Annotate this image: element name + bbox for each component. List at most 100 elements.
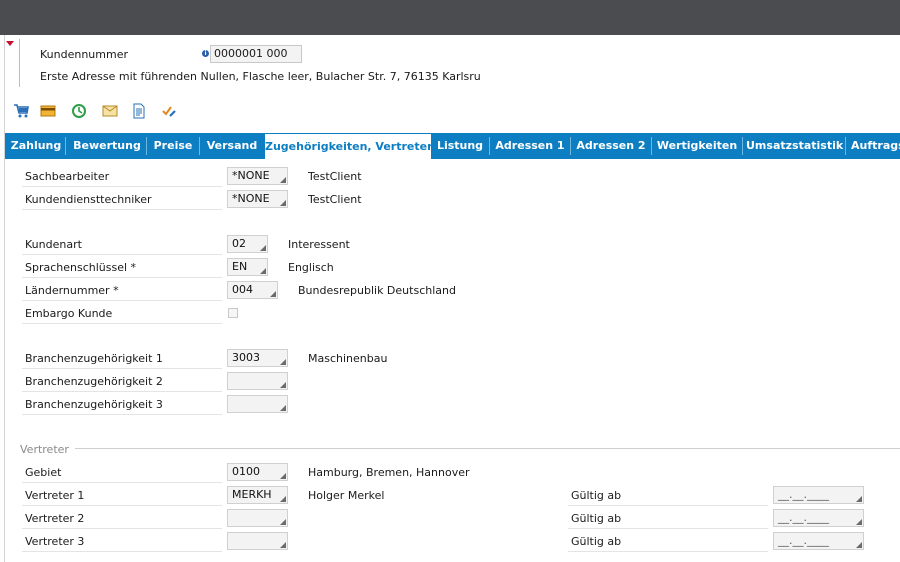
cart-icon[interactable] bbox=[13, 103, 29, 119]
branche1-desc: Maschinenbau bbox=[308, 352, 388, 365]
date-placeholder: __.__.____ bbox=[778, 534, 829, 547]
row-divider bbox=[568, 505, 768, 506]
tab-separator bbox=[651, 137, 652, 155]
branche3-label: Branchenzugehörigkeit 3 bbox=[25, 398, 163, 411]
row-divider bbox=[22, 323, 222, 324]
tab-auftrags[interactable]: Auftrags bbox=[851, 133, 900, 159]
sprachenschluessel-value: EN bbox=[232, 260, 248, 273]
lookup-corner-icon bbox=[280, 473, 286, 479]
sprachenschluessel-field[interactable]: EN bbox=[227, 258, 268, 276]
mail-icon[interactable] bbox=[102, 103, 118, 119]
tab-separator bbox=[199, 137, 200, 155]
lookup-corner-icon bbox=[280, 177, 286, 183]
branche1-label: Branchenzugehörigkeit 1 bbox=[25, 352, 163, 365]
tab-separator bbox=[742, 137, 743, 155]
vertreter3-field[interactable] bbox=[227, 532, 288, 550]
tab-separator bbox=[65, 137, 66, 155]
date-corner-icon bbox=[856, 496, 862, 502]
branche2-label: Branchenzugehörigkeit 2 bbox=[25, 375, 163, 388]
embargo-label: Embargo Kunde bbox=[25, 307, 113, 320]
kundenart-desc: Interessent bbox=[288, 238, 350, 251]
sprachenschluessel-desc: Englisch bbox=[288, 261, 334, 274]
kundendiensttechniker-value: *NONE bbox=[232, 192, 270, 205]
date-corner-icon bbox=[856, 519, 862, 525]
tab-separator bbox=[146, 137, 147, 155]
gebiet-field[interactable]: 0100 bbox=[227, 463, 288, 481]
left-border bbox=[4, 35, 5, 562]
info-icon[interactable]: i bbox=[202, 50, 209, 57]
tab-bewertung[interactable]: Bewertung bbox=[71, 133, 143, 159]
gueltig-ab-label-2: Gültig ab bbox=[571, 512, 622, 525]
laendernummer-desc: Bundesrepublik Deutschland bbox=[298, 284, 456, 297]
vertreter2-label: Vertreter 2 bbox=[25, 512, 85, 525]
row-divider bbox=[22, 391, 222, 392]
row-divider bbox=[22, 368, 222, 369]
row-divider bbox=[22, 414, 222, 415]
vertreter1-value: MERKH bbox=[232, 488, 272, 501]
tab-preise[interactable]: Preise bbox=[150, 133, 196, 159]
tab-adressen-2[interactable]: Adressen 2 bbox=[574, 133, 648, 159]
gueltig-ab-date-2[interactable]: __.__.____ bbox=[773, 509, 864, 527]
laendernummer-label: Ländernummer * bbox=[25, 284, 119, 297]
lookup-corner-icon bbox=[280, 200, 286, 206]
kundendiensttechniker-label: Kundendiensttechniker bbox=[25, 193, 152, 206]
lookup-corner-icon bbox=[260, 245, 266, 251]
lookup-corner-icon bbox=[270, 291, 276, 297]
lookup-corner-icon bbox=[280, 496, 286, 502]
sachbearbeiter-field[interactable]: *NONE bbox=[227, 167, 288, 185]
card-icon[interactable] bbox=[40, 103, 56, 119]
collapse-arrow-icon[interactable] bbox=[6, 41, 14, 46]
header-divider bbox=[19, 39, 20, 87]
row-divider bbox=[22, 186, 222, 187]
customer-number-field[interactable]: 0000001 000 bbox=[210, 45, 302, 63]
gueltig-ab-date-1[interactable]: __.__.____ bbox=[773, 486, 864, 504]
tab-separator bbox=[845, 137, 846, 155]
tab-versand[interactable]: Versand bbox=[203, 133, 261, 159]
section-divider bbox=[75, 448, 900, 449]
lookup-corner-icon bbox=[260, 268, 266, 274]
vertreter1-label: Vertreter 1 bbox=[25, 489, 85, 502]
tab-wertigkeiten[interactable]: Wertigkeiten bbox=[655, 133, 739, 159]
lookup-corner-icon bbox=[280, 405, 286, 411]
vertreter1-field[interactable]: MERKH bbox=[227, 486, 288, 504]
gebiet-label: Gebiet bbox=[25, 466, 62, 479]
lookup-corner-icon bbox=[280, 382, 286, 388]
row-divider bbox=[568, 551, 768, 552]
row-divider bbox=[22, 482, 222, 483]
history-icon[interactable] bbox=[71, 103, 87, 119]
branche2-field[interactable] bbox=[227, 372, 288, 390]
branche1-field[interactable]: 3003 bbox=[227, 349, 288, 367]
row-divider bbox=[22, 209, 222, 210]
gueltig-ab-date-3[interactable]: __.__.____ bbox=[773, 532, 864, 550]
kundendiensttechniker-field[interactable]: *NONE bbox=[227, 190, 288, 208]
check-edit-icon[interactable] bbox=[161, 103, 177, 119]
branche3-field[interactable] bbox=[227, 395, 288, 413]
gueltig-ab-label-3: Gültig ab bbox=[571, 535, 622, 548]
tab-zahlung[interactable]: Zahlung bbox=[9, 133, 63, 159]
row-divider bbox=[22, 528, 222, 529]
tab-umsatzstatistik[interactable]: Umsatzstatistik bbox=[746, 133, 843, 159]
tab-separator bbox=[489, 137, 490, 155]
kundenart-value: 02 bbox=[232, 237, 246, 250]
kundenart-field[interactable]: 02 bbox=[227, 235, 268, 253]
tab-adressen-1[interactable]: Adressen 1 bbox=[493, 133, 567, 159]
address-line: Erste Adresse mit führenden Nullen, Flas… bbox=[40, 70, 481, 83]
customer-number-label: Kundennummer bbox=[40, 48, 128, 61]
lookup-corner-icon bbox=[280, 542, 286, 548]
sachbearbeiter-value: *NONE bbox=[232, 169, 270, 182]
laendernummer-field[interactable]: 004 bbox=[227, 281, 278, 299]
vertreter2-field[interactable] bbox=[227, 509, 288, 527]
laendernummer-value: 004 bbox=[232, 283, 253, 296]
vertreter-section-title: Vertreter bbox=[20, 443, 69, 456]
tab-zugehoerigkeiten-vertreter[interactable]: Zugehörigkeiten, Vertreter bbox=[265, 134, 433, 159]
tab-listung[interactable]: Listung bbox=[434, 133, 486, 159]
sprachenschluessel-label: Sprachenschlüssel * bbox=[25, 261, 137, 274]
embargo-checkbox[interactable] bbox=[228, 308, 238, 318]
document-icon[interactable] bbox=[131, 103, 147, 119]
tab-separator bbox=[570, 137, 571, 155]
branche1-value: 3003 bbox=[232, 351, 260, 364]
lookup-corner-icon bbox=[280, 519, 286, 525]
gueltig-ab-label-1: Gültig ab bbox=[571, 489, 622, 502]
kundenart-label: Kundenart bbox=[25, 238, 82, 251]
gebiet-desc: Hamburg, Bremen, Hannover bbox=[308, 466, 470, 479]
